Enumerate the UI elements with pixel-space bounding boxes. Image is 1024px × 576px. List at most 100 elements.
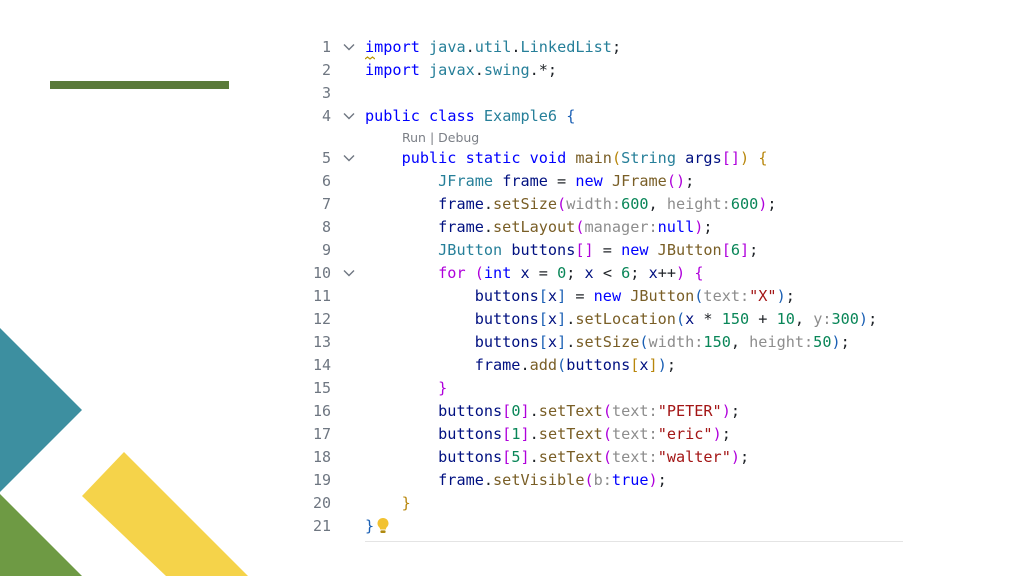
code-line[interactable]: 17 buttons[1].setText(text:"eric"); xyxy=(300,423,910,446)
code-text[interactable]: for (int x = 0; x < 6; x++) { xyxy=(365,262,703,285)
chevron-down-icon[interactable] xyxy=(342,40,356,54)
code-text[interactable]: buttons[x].setLocation(x * 150 + 10, y:3… xyxy=(365,308,878,331)
code-token: ( xyxy=(602,402,612,420)
code-token: JButton xyxy=(657,241,722,259)
code-line[interactable]: 13 buttons[x].setSize(width:150, height:… xyxy=(300,331,910,354)
code-token: . xyxy=(529,448,539,466)
code-token: buttons xyxy=(438,448,503,466)
line-number: 14 xyxy=(312,356,331,374)
code-line[interactable]: 1 import java.util.LinkedList; xyxy=(300,36,910,59)
code-token: buttons xyxy=(566,356,631,374)
code-token: 600 xyxy=(730,195,759,213)
code-text[interactable]: buttons[1].setText(text:"eric"); xyxy=(365,423,731,446)
code-line[interactable]: 11 buttons[x] = new JButton(text:"X"); xyxy=(300,285,910,308)
code-line[interactable]: 7 frame.setSize(width:600, height:600); xyxy=(300,193,910,216)
code-token: "walter" xyxy=(657,448,731,466)
code-text[interactable]: buttons[x].setSize(width:150, height:50)… xyxy=(365,331,850,354)
code-text[interactable]: frame.add(buttons[x]); xyxy=(365,354,676,377)
code-line[interactable]: 9 JButton buttons[] = new JButton[6]; xyxy=(300,239,910,262)
codelens-run-debug[interactable]: Run | Debug xyxy=(402,128,479,147)
code-token: = xyxy=(547,172,576,190)
code-text[interactable]: public class Example6 { xyxy=(365,105,575,128)
code-line[interactable]: 10 for (int x = 0; x < 6; x++) { xyxy=(300,262,910,285)
code-token: buttons xyxy=(511,241,576,259)
code-line[interactable]: 12 buttons[x].setLocation(x * 150 + 10, … xyxy=(300,308,910,331)
code-token: static xyxy=(465,149,521,167)
code-text[interactable]: } xyxy=(365,515,374,538)
code-token: = xyxy=(593,241,622,259)
code-token: import xyxy=(365,61,420,79)
code-line[interactable]: 14 frame.add(buttons[x]); xyxy=(300,354,910,377)
chevron-down-icon[interactable] xyxy=(342,151,356,165)
code-text[interactable]: } xyxy=(365,377,447,400)
line-number: 1 xyxy=(321,38,331,56)
code-token: ; xyxy=(630,264,649,282)
code-line[interactable]: 6 JFrame frame = new JFrame(); xyxy=(300,170,910,193)
code-editor[interactable]: 1 import java.util.LinkedList; 2 import jav… xyxy=(300,36,910,538)
chevron-down-icon[interactable] xyxy=(342,266,356,280)
code-token: height: xyxy=(749,333,814,351)
code-token: ; xyxy=(566,264,585,282)
code-text[interactable]: frame.setSize(width:600, height:600); xyxy=(365,193,776,216)
lightbulb-icon[interactable] xyxy=(376,517,390,535)
code-token: . xyxy=(566,310,576,328)
code-token: text: xyxy=(611,425,658,443)
code-token: [ xyxy=(721,241,731,259)
codelens[interactable]: Run | Debug xyxy=(300,128,910,147)
code-token: . xyxy=(483,218,494,236)
code-token: new xyxy=(621,241,649,259)
line-number: 19 xyxy=(312,471,331,489)
code-token: JButton xyxy=(438,241,503,259)
code-text[interactable]: } xyxy=(365,492,411,515)
code-token: x xyxy=(584,264,594,282)
code-line[interactable]: 20 } xyxy=(300,492,910,515)
code-token: ; xyxy=(611,38,622,56)
chevron-down-icon[interactable] xyxy=(342,109,356,123)
code-token: ) xyxy=(721,402,731,420)
code-line[interactable]: 15 } xyxy=(300,377,910,400)
code-token: buttons xyxy=(474,310,539,328)
code-text[interactable]: import java.util.LinkedList; xyxy=(365,36,621,59)
code-line[interactable]: 18 buttons[5].setText(text:"walter"); xyxy=(300,446,910,469)
line-number: 7 xyxy=(321,195,331,213)
code-token: ; xyxy=(685,172,695,190)
code-token: main xyxy=(575,149,612,167)
code-token: ; xyxy=(740,448,750,466)
code-line[interactable]: 2 import javax.swing.*; xyxy=(300,59,910,82)
code-line[interactable]: 3 xyxy=(300,82,910,105)
code-line[interactable]: 5 public static void main(String args[])… xyxy=(300,147,910,170)
code-line[interactable]: 16 buttons[0].setText(text:"PETER"); xyxy=(300,400,910,423)
code-line[interactable]: 8 frame.setLayout(manager:null); xyxy=(300,216,910,239)
code-text[interactable]: buttons[5].setText(text:"walter"); xyxy=(365,446,749,469)
code-text[interactable]: frame.setLayout(manager:null); xyxy=(365,216,712,239)
code-token: ; xyxy=(657,471,667,489)
code-text[interactable]: JButton buttons[] = new JButton[6]; xyxy=(365,239,758,262)
code-text[interactable]: buttons[0].setText(text:"PETER"); xyxy=(365,400,740,423)
code-line[interactable]: 4 public class Example6 { xyxy=(300,105,910,128)
code-line[interactable]: 19 frame.setVisible(b:true); xyxy=(300,469,910,492)
code-text[interactable]: buttons[x] = new JButton(text:"X"); xyxy=(365,285,795,308)
code-text[interactable]: frame.setVisible(b:true); xyxy=(365,469,667,492)
code-line[interactable]: 21} xyxy=(300,515,910,538)
code-token: . xyxy=(474,61,484,79)
code-text[interactable]: public static void main(String args[]) { xyxy=(365,147,768,170)
code-text[interactable]: import javax.swing.*; xyxy=(365,59,557,82)
code-token: () xyxy=(666,172,686,190)
code-token: ( xyxy=(474,264,484,282)
code-token: ( xyxy=(602,448,612,466)
code-text[interactable]: JFrame frame = new JFrame(); xyxy=(365,170,694,193)
code-token: < xyxy=(593,264,622,282)
code-token: . xyxy=(483,195,494,213)
code-token: ) xyxy=(676,264,686,282)
